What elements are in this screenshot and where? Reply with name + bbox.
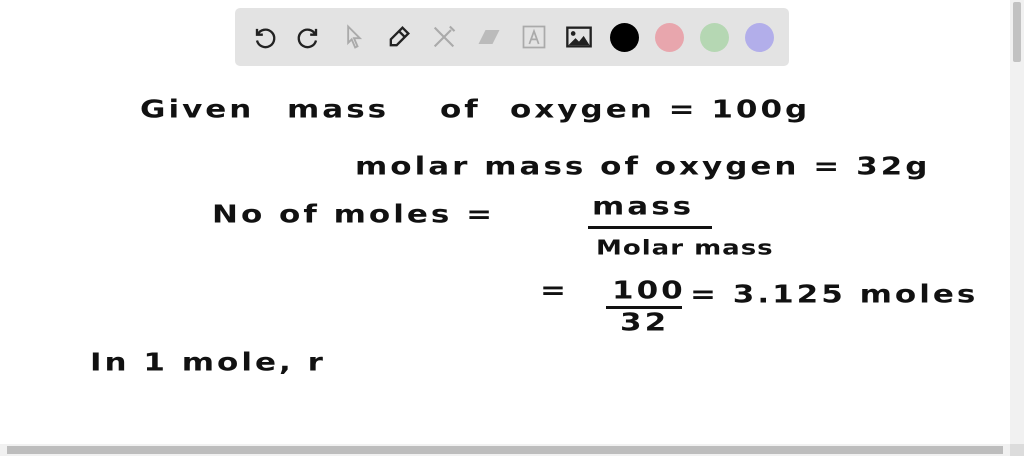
color-purple[interactable]	[744, 22, 774, 52]
handwriting-of: of	[440, 95, 481, 124]
horizontal-scrollbar[interactable]	[0, 444, 1010, 456]
undo-icon	[255, 28, 276, 49]
scrollbar-corner	[1010, 444, 1024, 456]
fraction-bar	[588, 226, 712, 229]
fraction-numerator-100: 100	[612, 276, 686, 305]
fraction-denominator-32: 32	[620, 308, 670, 337]
fraction-denominator-molar-mass: Molar mass	[596, 236, 774, 260]
vertical-scrollbar[interactable]	[1010, 0, 1024, 444]
handwriting-mass: mass	[287, 95, 390, 124]
vertical-scroll-thumb[interactable]	[1013, 2, 1021, 62]
horizontal-scroll-thumb[interactable]	[7, 446, 1003, 454]
redo-button[interactable]	[292, 20, 326, 54]
redo-icon	[297, 28, 318, 49]
color-pink[interactable]	[654, 22, 684, 52]
handwriting-given: Given	[140, 95, 255, 124]
image-button[interactable]	[562, 20, 596, 54]
color-black[interactable]	[609, 22, 639, 52]
image-icon	[566, 26, 592, 48]
color-green[interactable]	[699, 22, 729, 52]
handwriting-result: = 3.125 moles	[690, 280, 979, 309]
whiteboard-toolbar	[235, 8, 789, 66]
select-button[interactable]	[337, 20, 371, 54]
pen-button[interactable]	[382, 20, 416, 54]
handwriting-no-of-moles: No of moles =	[212, 200, 496, 229]
undo-button[interactable]	[247, 20, 281, 54]
text-icon	[522, 25, 546, 49]
handwriting-oxygen-mass: oxygen = 100g	[510, 95, 811, 124]
fraction-numerator-mass: mass	[592, 192, 695, 221]
tools-icon	[433, 25, 456, 48]
handwriting-molar-mass: molar mass of oxygen = 32g	[355, 152, 931, 181]
select-pointer-icon	[347, 24, 363, 49]
handwriting-in-1-mole: In 1 mole, r	[90, 348, 326, 377]
eraser-button[interactable]	[472, 20, 506, 54]
handwriting-equals: =	[540, 276, 569, 305]
pen-icon	[389, 26, 410, 47]
tools-button[interactable]	[427, 20, 461, 54]
text-button[interactable]	[517, 20, 551, 54]
eraser-icon	[478, 30, 500, 44]
